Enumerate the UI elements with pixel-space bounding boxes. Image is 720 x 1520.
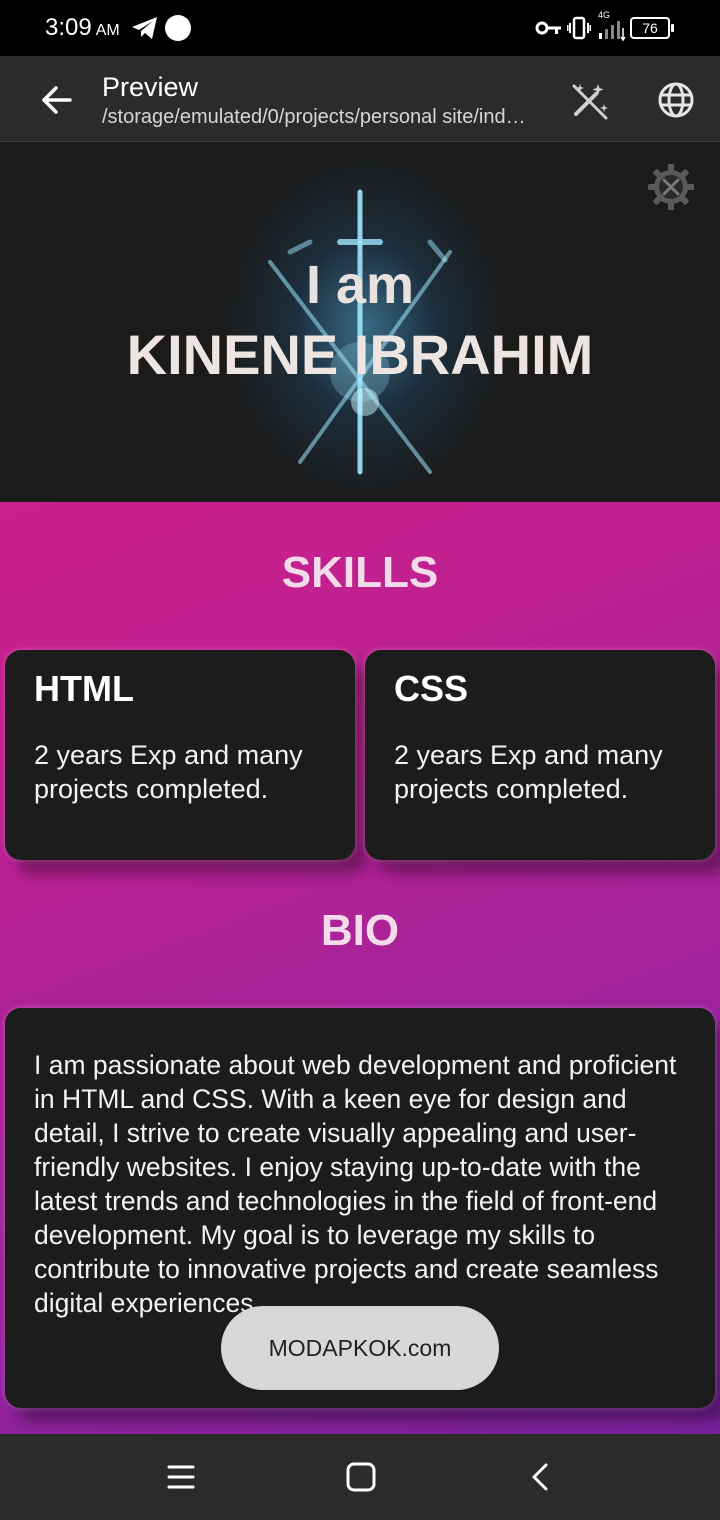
- vibrate-icon: [567, 16, 591, 40]
- signal-icon: [599, 21, 626, 42]
- toast-message: MODAPKOK.com: [221, 1306, 499, 1390]
- notification-dot-icon: [165, 15, 191, 41]
- telegram-icon: [132, 17, 157, 39]
- home-square-icon[interactable]: [340, 1456, 382, 1498]
- hero-name: KINENE IBRAHIM: [126, 323, 594, 386]
- bio-heading: BIO: [320, 906, 400, 955]
- web-preview: I am KINENE IBRAHIM SKILLS HTML 2 years …: [0, 142, 720, 1434]
- bio-text: I am passionate about web development an…: [34, 1050, 677, 1318]
- skill-title: HTML: [34, 668, 134, 709]
- skill-title: CSS: [394, 668, 469, 709]
- skill-card-html: HTML 2 years Exp and many projects compl…: [5, 650, 355, 860]
- globe-icon[interactable]: [654, 78, 698, 122]
- app-bar: Preview /storage/emulated/0/projects/per…: [0, 56, 720, 142]
- app-title: Preview: [102, 72, 199, 102]
- status-ampm: AM: [95, 22, 120, 39]
- chevron-left-icon[interactable]: [520, 1456, 562, 1498]
- hero-intro: I am: [305, 255, 415, 315]
- back-arrow-icon[interactable]: [36, 80, 80, 120]
- skills-heading: SKILLS: [281, 548, 439, 597]
- status-time: 3:09 AM: [45, 14, 120, 42]
- menu-lines-icon[interactable]: [160, 1456, 202, 1498]
- file-path: /storage/emulated/0/projects/personal si…: [102, 106, 532, 128]
- battery-indicator: 76: [630, 17, 674, 39]
- gear-wrench-icon[interactable]: [646, 162, 696, 212]
- hero-section: I am KINENE IBRAHIM: [0, 142, 720, 502]
- skill-description: 2 years Exp and many projects completed.: [34, 740, 303, 804]
- status-time-value: 3:09: [45, 14, 92, 41]
- vpn-key-icon: [535, 21, 561, 35]
- skill-description: 2 years Exp and many projects completed.: [394, 740, 663, 804]
- skill-card-css: CSS 2 years Exp and many projects comple…: [365, 650, 715, 860]
- system-nav-bar: [0, 1434, 720, 1520]
- auto-fix-off-icon[interactable]: [568, 78, 612, 122]
- status-bar: 3:09 AM 4G 76: [0, 0, 720, 56]
